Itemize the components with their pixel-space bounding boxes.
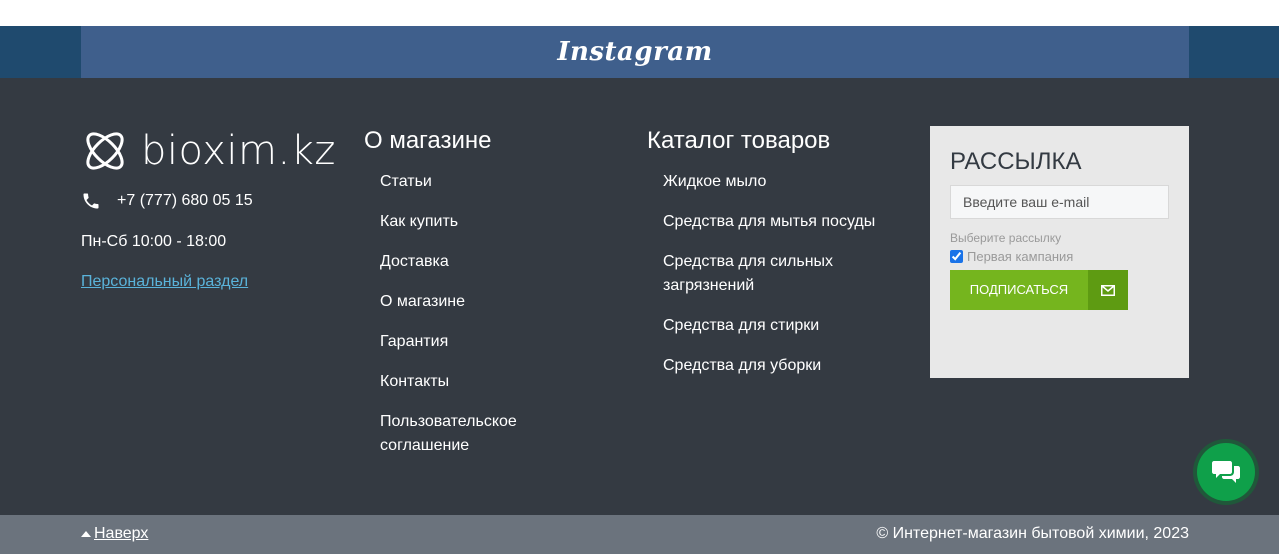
catalog-menu-item-dish-detergents[interactable]: Средства для мытья посуды (663, 210, 893, 234)
working-hours: Пн-Сб 10:00 - 18:00 (81, 233, 227, 250)
about-menu-item-articles[interactable]: Статьи (380, 170, 600, 194)
envelope-icon (1088, 270, 1128, 310)
about-menu-item-guarantee[interactable]: Гарантия (380, 330, 600, 354)
chat-bubbles-icon (1212, 461, 1240, 483)
copyright: © Интернет-магазин бытовой химии, 2023 (876, 525, 1189, 542)
atom-logo-icon (86, 132, 124, 170)
about-menu-title: О магазине (364, 127, 492, 154)
top-strip (0, 0, 1279, 26)
footer: bioxim.kz +7 (777) 680 05 15 Пн-Сб 10:00… (0, 78, 1279, 515)
newsletter-campaign-option[interactable]: Первая кампания (950, 249, 1073, 264)
bottom-bar: Наверх © Интернет-магазин бытовой химии,… (0, 515, 1279, 554)
phone-icon (83, 193, 99, 209)
catalog-menu-item-cleaning[interactable]: Средства для уборки (663, 354, 893, 378)
about-menu-item-user-agreement[interactable]: Пользовательское соглашение (380, 410, 600, 458)
catalog-menu-item-laundry[interactable]: Средства для стирки (663, 314, 893, 338)
newsletter-campaign-label: Первая кампания (967, 249, 1074, 264)
catalog-menu-item-heavy-duty-cleaners[interactable]: Средства для сильных загрязнений (663, 250, 893, 298)
subscribe-button[interactable]: ПОДПИСАТЬСЯ (950, 270, 1128, 310)
catalog-menu: Жидкое мыло Средства для мытья посуды Ср… (663, 170, 893, 394)
back-to-top-link[interactable]: Наверх (81, 525, 148, 543)
phone-row: +7 (777) 680 05 15 (81, 191, 253, 211)
about-menu: Статьи Как купить Доставка О магазине Га… (380, 170, 600, 474)
about-menu-item-about[interactable]: О магазине (380, 290, 600, 314)
subscribe-button-label: ПОДПИСАТЬСЯ (969, 282, 1069, 297)
phone-number[interactable]: +7 (777) 680 05 15 (117, 192, 253, 210)
instagram-bar: Instagram (0, 26, 1279, 78)
about-menu-item-delivery[interactable]: Доставка (380, 250, 600, 274)
instagram-banner[interactable]: Instagram (81, 26, 1189, 78)
catalog-menu-title: Каталог товаров (647, 127, 831, 154)
brand-name: bioxim.kz (141, 128, 336, 174)
newsletter-select-label: Выберите рассылку (950, 231, 1062, 245)
back-to-top-label: Наверх (94, 525, 149, 542)
newsletter-title: РАССЫЛКА (950, 148, 1082, 175)
about-menu-item-contacts[interactable]: Контакты (380, 370, 600, 394)
instagram-logo-text[interactable]: Instagram (557, 37, 712, 67)
chat-button[interactable] (1197, 443, 1255, 501)
newsletter-email-input[interactable] (950, 185, 1169, 219)
newsletter-campaign-checkbox[interactable] (950, 250, 963, 263)
caret-up-icon (81, 531, 91, 537)
brand-logo[interactable]: bioxim.kz (81, 126, 336, 176)
catalog-menu-item-liquid-soap[interactable]: Жидкое мыло (663, 170, 893, 194)
personal-section-link[interactable]: Персональный раздел (81, 273, 248, 291)
about-menu-item-how-to-buy[interactable]: Как купить (380, 210, 600, 234)
newsletter-panel: РАССЫЛКА Выберите рассылку Первая кампан… (930, 126, 1189, 378)
